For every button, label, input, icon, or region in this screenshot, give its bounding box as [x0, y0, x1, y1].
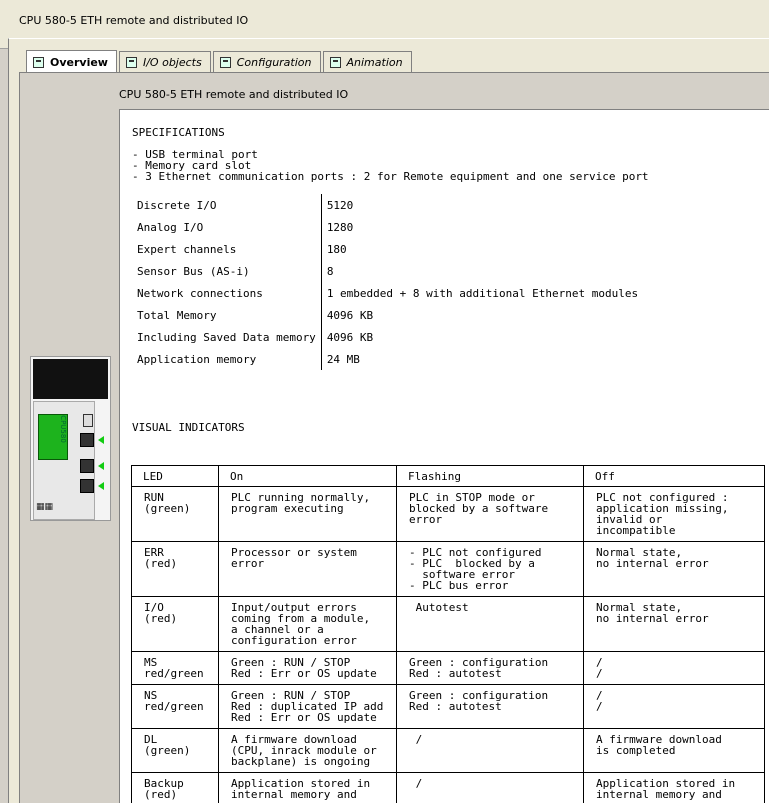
brand-logo-icon: ▦▦: [36, 502, 54, 514]
led-on: Green : RUN / STOP Red : duplicated IP a…: [219, 685, 397, 729]
usb-port-icon: [83, 414, 93, 427]
spec-value: 4096 KB: [321, 326, 643, 348]
led-name: RUN (green): [132, 487, 219, 542]
ethernet-port-icon: [80, 433, 94, 447]
ethernet-port-icon: [80, 479, 94, 493]
led-flashing: Green : configuration Red : autotest: [397, 685, 584, 729]
module-icon: [126, 57, 137, 68]
module-display: CPU580: [38, 414, 68, 460]
led-off: PLC not configured : application missing…: [584, 487, 765, 542]
led-off: Normal state, no internal error: [584, 597, 765, 652]
status-arrow-icon: [98, 462, 104, 470]
spec-value: 1280: [321, 216, 643, 238]
status-arrow-icon: [98, 482, 104, 490]
tab-label: Overview: [50, 56, 108, 69]
led-row: I/O (red) Input/output errors coming fro…: [132, 597, 765, 652]
spec-key: Including Saved Data memory: [132, 326, 321, 348]
led-flashing: Green : configuration Red : autotest: [397, 652, 584, 685]
led-flashing: Autotest: [397, 597, 584, 652]
led-row: RUN (green) PLC running normally, progra…: [132, 487, 765, 542]
led-off: Normal state, no internal error: [584, 542, 765, 597]
led-name: Backup (red): [132, 773, 219, 803]
spec-value: 4096 KB: [321, 304, 643, 326]
led-name: I/O (red): [132, 597, 219, 652]
spec-key: Sensor Bus (AS-i): [132, 260, 321, 282]
spec-row: Sensor Bus (AS-i)8: [132, 260, 643, 282]
tab-io-objects[interactable]: I/O objects: [119, 51, 211, 72]
column-header: On: [219, 466, 397, 487]
led-on: A firmware download (CPU, inrack module …: [219, 729, 397, 773]
led-header-row: LED On Flashing Off: [132, 466, 765, 487]
led-table: LED On Flashing Off RUN (green) PLC runn…: [131, 465, 765, 803]
spec-value: 1 embedded + 8 with additional Ethernet …: [321, 282, 643, 304]
tab-configuration[interactable]: Configuration: [213, 51, 321, 72]
spec-row: Application memory24 MB: [132, 348, 643, 370]
column-header: LED: [132, 466, 219, 487]
specifications-table: Discrete I/O5120 Analog I/O1280 Expert c…: [132, 194, 643, 370]
led-row: DL (green) A firmware download (CPU, inr…: [132, 729, 765, 773]
module-icon: [330, 57, 341, 68]
spec-row: Expert channels180: [132, 238, 643, 260]
spec-key: Network connections: [132, 282, 321, 304]
led-off: A firmware download is completed: [584, 729, 765, 773]
description-document: SPECIFICATIONS - USB terminal port - Mem…: [119, 109, 769, 803]
status-arrow-icon: [98, 436, 104, 444]
led-name: NS red/green: [132, 685, 219, 729]
tab-strip: Overview I/O objects Configuration Anima…: [26, 51, 414, 73]
led-flashing: /: [397, 773, 584, 803]
led-on: Green : RUN / STOP Red : Err or OS updat…: [219, 652, 397, 685]
module-label: CPU580: [59, 415, 67, 443]
led-name: DL (green): [132, 729, 219, 773]
module-icon: [220, 57, 231, 68]
panel-title: CPU 580-5 ETH remote and distributed IO: [119, 88, 348, 101]
led-flashing: /: [397, 729, 584, 773]
spec-key: Analog I/O: [132, 216, 321, 238]
ethernet-port-icon: [80, 459, 94, 473]
spec-key: Total Memory: [132, 304, 321, 326]
tab-label: Configuration: [237, 56, 312, 69]
led-flashing: - PLC not configured - PLC blocked by a …: [397, 542, 584, 597]
spec-value: 24 MB: [321, 348, 643, 370]
window-title: CPU 580-5 ETH remote and distributed IO: [19, 14, 248, 27]
tab-animation[interactable]: Animation: [323, 51, 412, 72]
led-on: Input/output errors coming from a module…: [219, 597, 397, 652]
led-off: Application stored in internal memory an…: [584, 773, 765, 803]
bullet-item: - 3 Ethernet communication ports : 2 for…: [132, 171, 649, 182]
led-on: Processor or system error: [219, 542, 397, 597]
module-top: [33, 359, 108, 399]
led-on: PLC running normally, program executing: [219, 487, 397, 542]
led-name: MS red/green: [132, 652, 219, 685]
led-on: Application stored in internal memory an…: [219, 773, 397, 803]
spec-value: 5120: [321, 194, 643, 216]
module-icon: [33, 57, 44, 68]
spec-key: Expert channels: [132, 238, 321, 260]
spec-row: Total Memory4096 KB: [132, 304, 643, 326]
led-row: Backup (red) Application stored in inter…: [132, 773, 765, 803]
spec-row: Discrete I/O5120: [132, 194, 643, 216]
led-name: ERR (red): [132, 542, 219, 597]
led-flashing: PLC in STOP mode or blocked by a softwar…: [397, 487, 584, 542]
led-row: NS red/green Green : RUN / STOP Red : du…: [132, 685, 765, 729]
spec-row: Including Saved Data memory4096 KB: [132, 326, 643, 348]
led-off: / /: [584, 685, 765, 729]
module-image: CPU580 ▦▦: [30, 356, 111, 521]
led-row: ERR (red) Processor or system error - PL…: [132, 542, 765, 597]
tab-label: Animation: [347, 56, 403, 69]
led-row: MS red/green Green : RUN / STOP Red : Er…: [132, 652, 765, 685]
spec-key: Discrete I/O: [132, 194, 321, 216]
tab-overview[interactable]: Overview: [26, 50, 117, 73]
column-header: Flashing: [397, 466, 584, 487]
spec-value: 8: [321, 260, 643, 282]
spec-value: 180: [321, 238, 643, 260]
tab-label: I/O objects: [143, 56, 202, 69]
spec-row: Network connections1 embedded + 8 with a…: [132, 282, 643, 304]
led-off: / /: [584, 652, 765, 685]
spec-row: Analog I/O1280: [132, 216, 643, 238]
spec-key: Application memory: [132, 348, 321, 370]
specifications-heading: SPECIFICATIONS: [132, 127, 225, 138]
column-header: Off: [584, 466, 765, 487]
visual-indicators-heading: VISUAL INDICATORS: [132, 422, 245, 433]
